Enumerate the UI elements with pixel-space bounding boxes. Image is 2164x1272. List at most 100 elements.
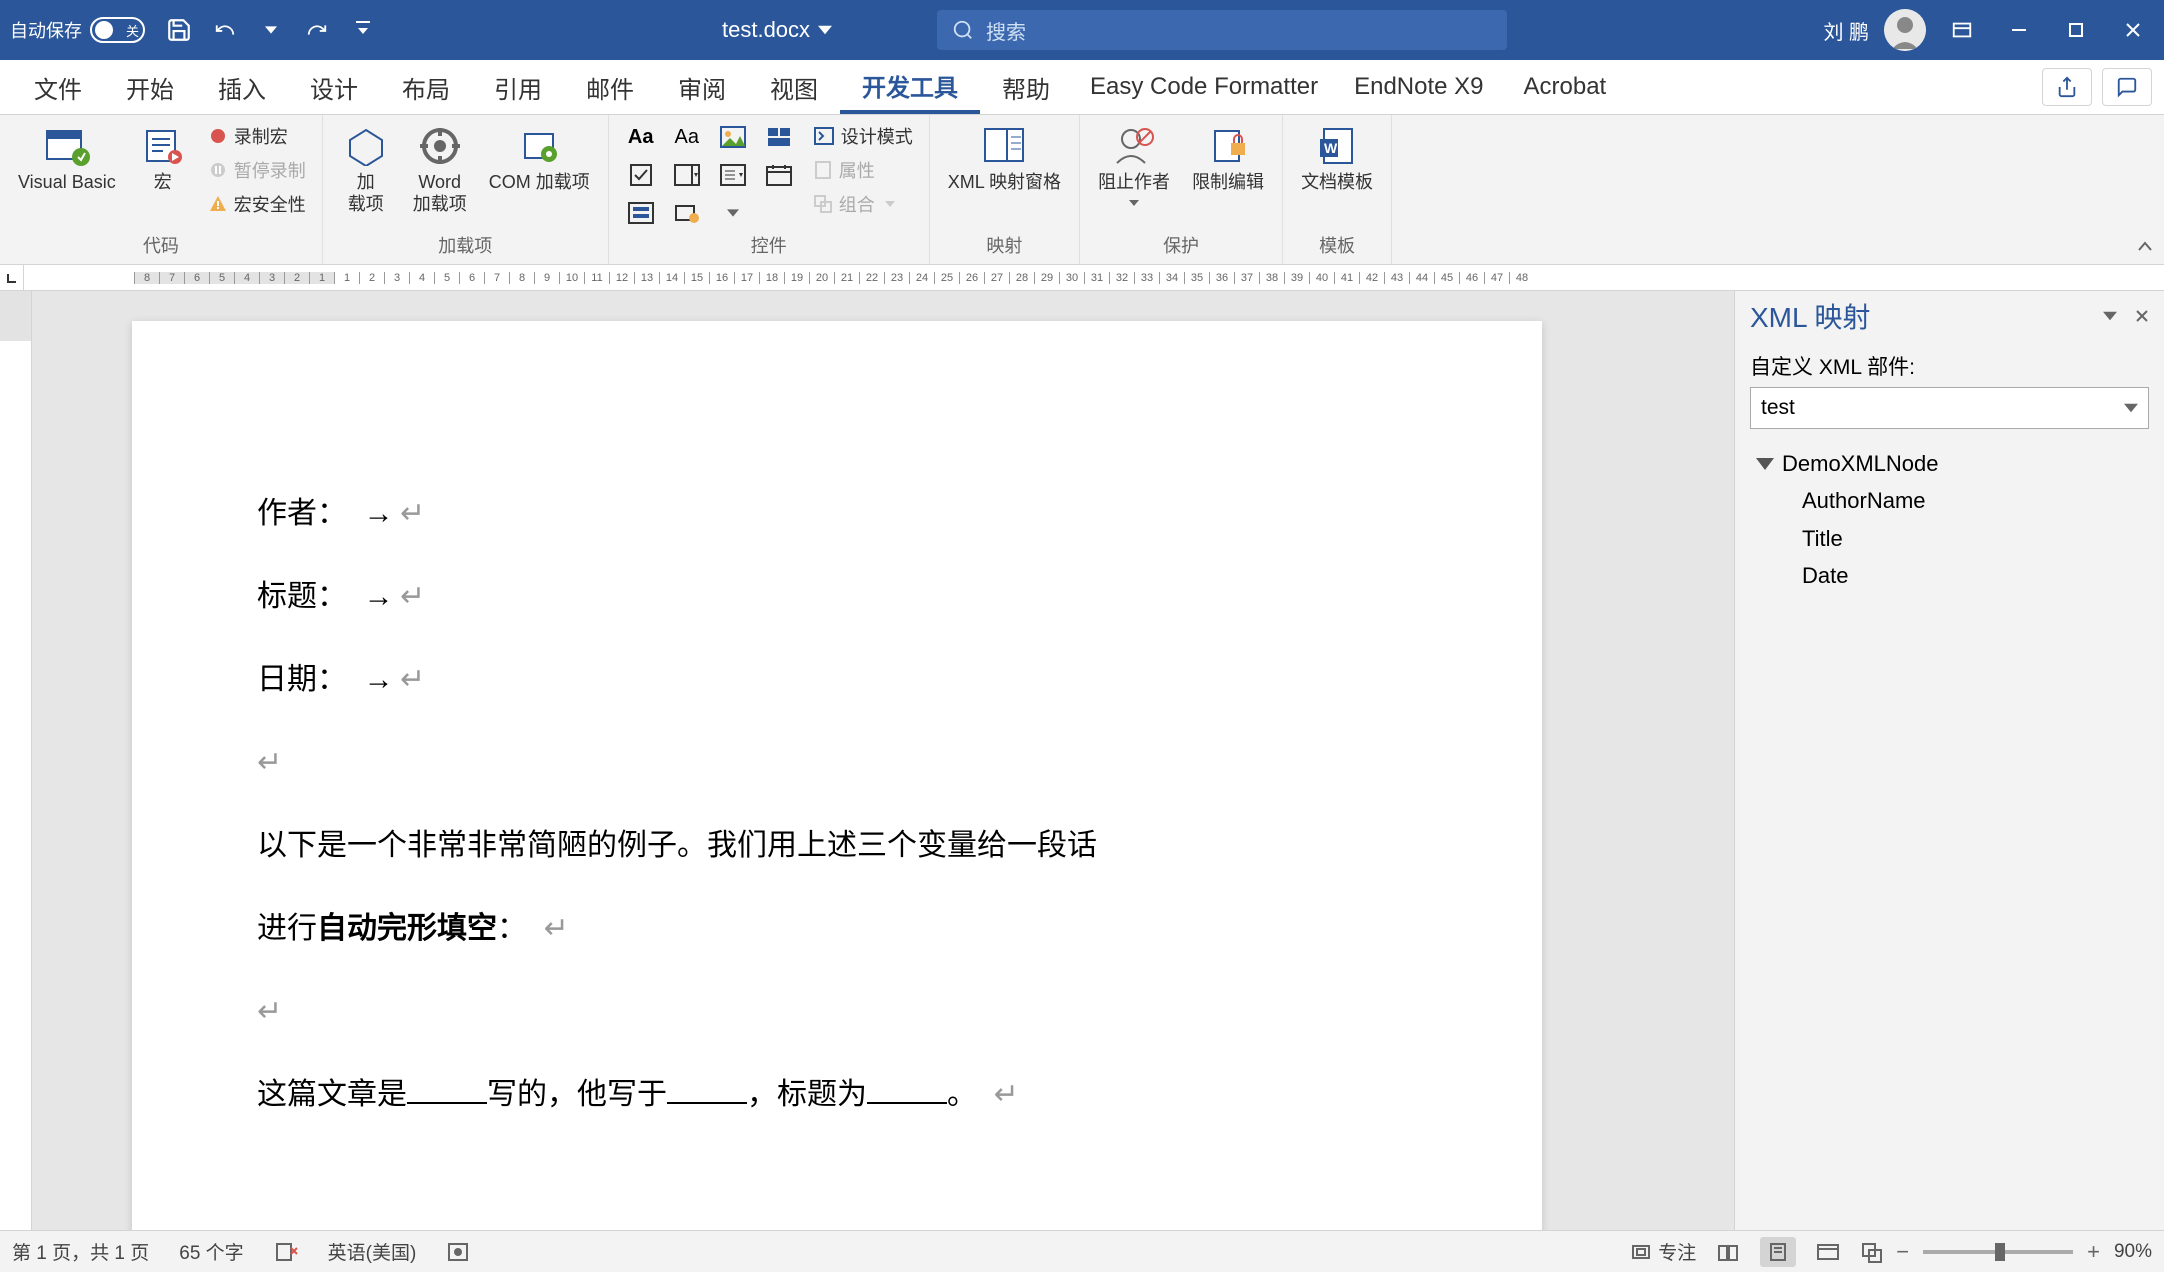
user-name[interactable]: 刘 鹏: [1823, 16, 1869, 45]
custom-xml-label: 自定义 XML 部件:: [1735, 341, 2164, 387]
tab-review[interactable]: 审阅: [656, 60, 748, 114]
custom-xml-select[interactable]: test: [1750, 387, 2149, 429]
macro-security-button[interactable]: 宏安全性: [204, 189, 310, 219]
com-addins-button[interactable]: COM 加载项: [483, 121, 596, 196]
macro-status-icon[interactable]: [446, 1240, 470, 1264]
group-templates: W文档模板 模板: [1283, 115, 1392, 264]
pause-icon: [208, 160, 228, 180]
xml-tree-child-date[interactable]: Date: [1750, 557, 2149, 594]
zoom-level[interactable]: 90%: [2114, 1241, 2152, 1263]
maximize-icon[interactable]: [2055, 9, 2097, 51]
paragraph-mark-icon: ↵: [544, 912, 569, 945]
vertical-ruler[interactable]: [0, 291, 32, 1230]
doc-line-date[interactable]: 日期： → ↵: [257, 657, 1417, 702]
picture-control-icon[interactable]: [713, 121, 753, 153]
block-authors-button[interactable]: 阻止作者: [1092, 121, 1176, 210]
legacy-tools-icon[interactable]: [667, 197, 707, 229]
document-template-button[interactable]: W文档模板: [1295, 121, 1379, 196]
macros-button[interactable]: 宏: [132, 121, 194, 196]
legacy-tools-dropdown-icon[interactable]: [713, 197, 753, 229]
word-addins-button[interactable]: Word 加载项: [407, 121, 473, 217]
xml-panel-title: XML 映射: [1750, 296, 1870, 336]
panel-dropdown-icon[interactable]: [2103, 309, 2117, 323]
print-layout-icon[interactable]: [1760, 1237, 1796, 1267]
design-mode-button[interactable]: 设计模式: [809, 121, 917, 151]
web-layout-icon[interactable]: [1810, 1237, 1846, 1267]
dropdown-control-icon[interactable]: [713, 159, 753, 191]
toggle-switch[interactable]: 关: [90, 17, 145, 43]
document-title[interactable]: test.docx: [722, 17, 832, 43]
addins-button[interactable]: 加 载项: [335, 121, 397, 217]
zoom-out-button[interactable]: −: [1896, 1239, 1909, 1265]
document-viewport[interactable]: 作者： → ↵ 标题： → ↵ 日期： → ↵ ↵ 以下是一个非常非常简陋的例子…: [32, 291, 1734, 1230]
combobox-control-icon[interactable]: [667, 159, 707, 191]
repeating-section-control-icon[interactable]: [621, 197, 661, 229]
xml-tree-child-authorname[interactable]: AuthorName: [1750, 482, 2149, 519]
xml-tree-child-title[interactable]: Title: [1750, 520, 2149, 557]
doc-line-author[interactable]: 作者： → ↵: [257, 491, 1417, 536]
qat-customize-icon[interactable]: [349, 16, 377, 44]
word-count-status[interactable]: 65 个字: [179, 1238, 243, 1265]
tab-endnote[interactable]: EndNote X9: [1336, 60, 1501, 114]
plain-text-control-icon[interactable]: Aa: [667, 121, 707, 153]
record-macro-button[interactable]: 录制宏: [204, 121, 310, 151]
restrict-editing-button[interactable]: 限制编辑: [1186, 121, 1270, 196]
zoom-in-button[interactable]: +: [2087, 1239, 2100, 1265]
xml-tree-root[interactable]: DemoXMLNode: [1750, 445, 2149, 482]
word-addins-label: Word 加载项: [413, 172, 467, 215]
read-mode-icon[interactable]: [1710, 1237, 1746, 1267]
avatar[interactable]: [1884, 9, 1926, 51]
xml-mapping-pane-button[interactable]: XML 映射窗格: [942, 121, 1067, 196]
comments-button[interactable]: [2102, 68, 2152, 106]
save-icon[interactable]: [165, 16, 193, 44]
search-input[interactable]: 搜索: [937, 10, 1507, 50]
horizontal-ruler[interactable]: 8765432112345678910111213141516171819202…: [0, 265, 2164, 291]
zoom-slider[interactable]: [1923, 1250, 2073, 1254]
date-picker-control-icon[interactable]: [759, 159, 799, 191]
tab-help[interactable]: 帮助: [980, 60, 1072, 114]
doc-line-title[interactable]: 标题： → ↵: [257, 574, 1417, 619]
focus-mode-button[interactable]: 专注: [1630, 1238, 1696, 1265]
rich-text-control-icon[interactable]: Aa: [621, 121, 661, 153]
tab-acrobat[interactable]: Acrobat: [1502, 60, 1629, 114]
page-number-status[interactable]: 第 1 页，共 1 页: [12, 1238, 149, 1265]
redo-icon[interactable]: [303, 16, 331, 44]
panel-close-icon[interactable]: [2135, 309, 2149, 323]
minimize-icon[interactable]: [1998, 9, 2040, 51]
tab-references[interactable]: 引用: [472, 60, 564, 114]
zoom-options-icon[interactable]: [1860, 1241, 1882, 1263]
doc-para2[interactable]: 进行自动完形填空： ↵: [257, 906, 1417, 951]
undo-icon[interactable]: [211, 16, 239, 44]
checkbox-control-icon[interactable]: [621, 159, 661, 191]
xml-mapping-panel: XML 映射 自定义 XML 部件: test DemoXMLNode Auth…: [1734, 291, 2164, 1230]
visual-basic-button[interactable]: Visual Basic: [12, 121, 122, 196]
tab-selector[interactable]: [0, 265, 24, 291]
document-page[interactable]: 作者： → ↵ 标题： → ↵ 日期： → ↵ ↵ 以下是一个非常非常简陋的例子…: [132, 321, 1542, 1230]
language-status[interactable]: 英语(美国): [328, 1238, 417, 1265]
doc-empty-line-2[interactable]: ↵: [257, 989, 1417, 1034]
spelling-status-icon[interactable]: [274, 1240, 298, 1264]
tab-view[interactable]: 视图: [748, 60, 840, 114]
tab-home[interactable]: 开始: [104, 60, 196, 114]
tab-arrow-icon: →: [364, 491, 392, 536]
tab-mailings[interactable]: 邮件: [564, 60, 656, 114]
user-area: 刘 鹏: [1823, 9, 2154, 51]
close-icon[interactable]: [2112, 9, 2154, 51]
doc-para3[interactable]: 这篇文章是写的，他写于，标题为。 ↵: [257, 1072, 1417, 1117]
tab-developer[interactable]: 开发工具: [840, 60, 980, 114]
building-block-control-icon[interactable]: [759, 121, 799, 153]
share-button[interactable]: [2042, 68, 2092, 106]
tab-design[interactable]: 设计: [288, 60, 380, 114]
warning-icon: [208, 194, 228, 214]
ribbon-display-icon[interactable]: [1941, 9, 1983, 51]
tab-layout[interactable]: 布局: [380, 60, 472, 114]
chevron-down-icon[interactable]: [257, 16, 285, 44]
tab-insert[interactable]: 插入: [196, 60, 288, 114]
autosave-toggle[interactable]: 自动保存 关: [10, 17, 145, 43]
doc-para1[interactable]: 以下是一个非常非常简陋的例子。我们用上述三个变量给一段话: [257, 823, 1417, 868]
doc-empty-line[interactable]: ↵: [257, 740, 1417, 785]
tab-easy-code-formatter[interactable]: Easy Code Formatter: [1072, 60, 1336, 114]
collapse-ribbon-icon[interactable]: [2136, 238, 2154, 256]
xml-pane-label: XML 映射窗格: [948, 172, 1061, 194]
tab-file[interactable]: 文件: [12, 60, 104, 114]
